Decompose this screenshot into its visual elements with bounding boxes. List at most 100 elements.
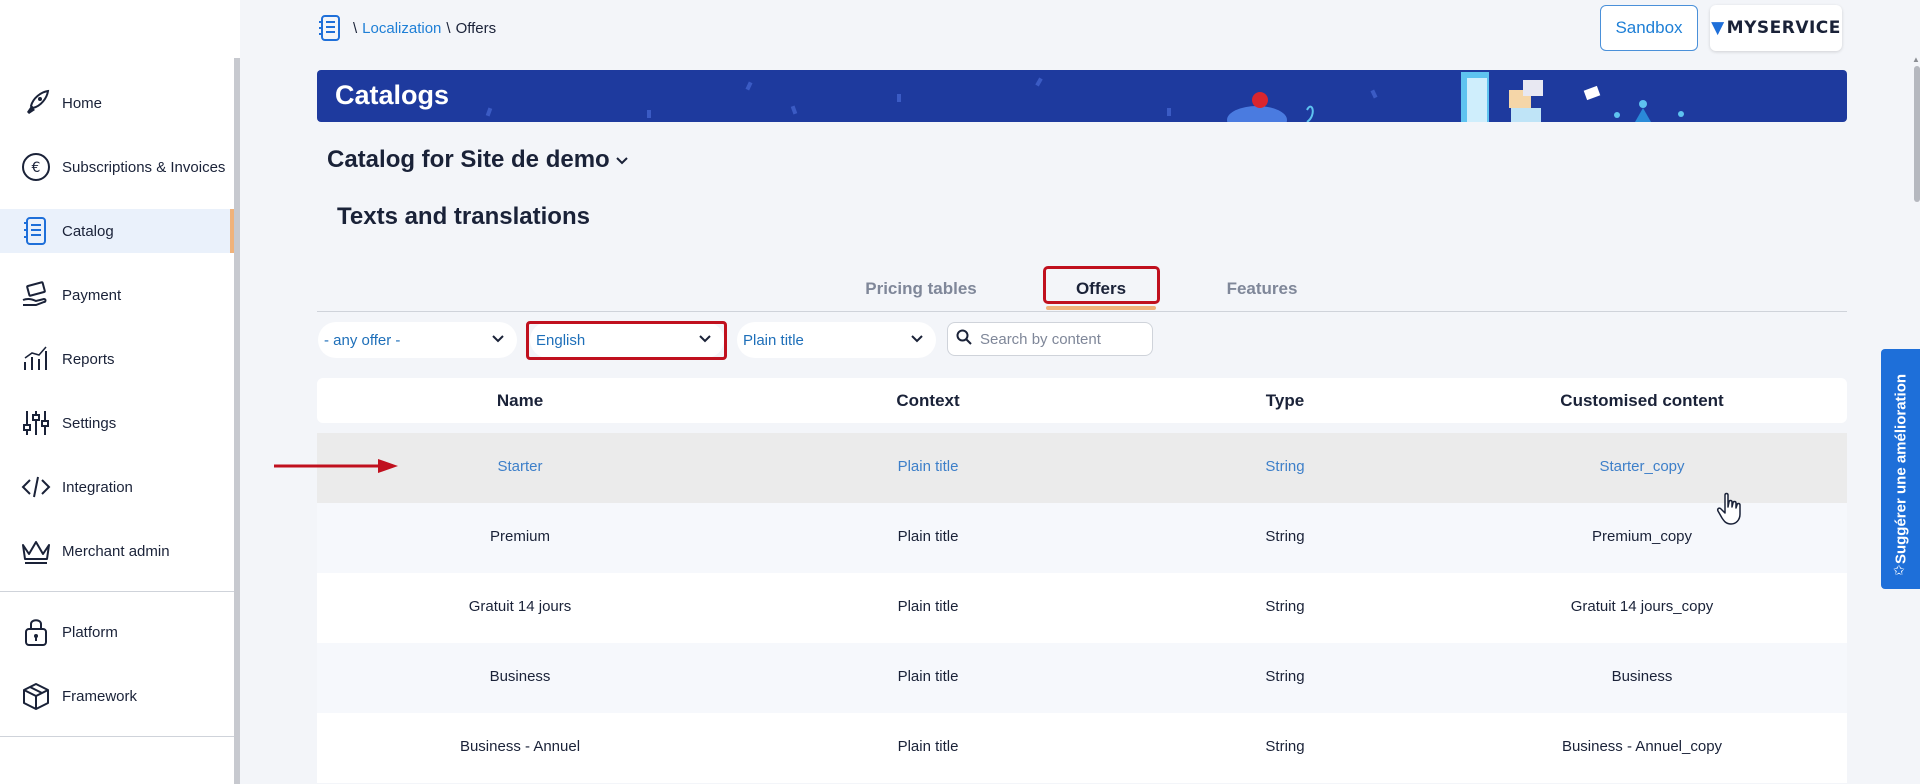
chevron-down-icon: [910, 331, 924, 349]
cell-context: Plain title: [897, 528, 959, 545]
sidebar-item-merchant-admin[interactable]: Merchant admin: [0, 529, 234, 573]
search-input[interactable]: [980, 330, 1140, 348]
highlight-box-offers-tab: [1043, 266, 1160, 304]
table-row[interactable]: Business - Annuel Plain title String Bus…: [317, 713, 1847, 783]
sidebar-item-label: Platform: [62, 623, 118, 641]
tab-pricing-tables[interactable]: Pricing tables: [862, 274, 980, 304]
sidebar-item-label: Settings: [62, 414, 117, 432]
highlight-box-language-select: [526, 321, 727, 360]
cell-name: Business: [489, 668, 551, 685]
feedback-side-tab[interactable]: Suggérer une amélioration ✩: [1881, 349, 1920, 589]
crown-icon: [20, 535, 52, 567]
cell-customised-content: Premium_copy: [1591, 528, 1693, 545]
cell-type: String: [1265, 458, 1305, 475]
sidebar-item-home[interactable]: Home: [0, 81, 234, 125]
cell-context: Plain title: [897, 668, 959, 685]
table-row[interactable]: Business Plain title String Business: [317, 643, 1847, 713]
cell-customised-content: Gratuit 14 jours_copy: [1570, 598, 1714, 615]
breadcrumb-link-localization[interactable]: Localization: [362, 20, 441, 37]
logo-mark-icon: ▼: [1711, 18, 1725, 38]
sidebar-item-label: Framework: [62, 687, 138, 705]
notebook-icon: [20, 215, 52, 247]
code-icon: [20, 471, 52, 503]
cell-name: Business - Annuel: [459, 738, 581, 755]
sandbox-button[interactable]: Sandbox: [1600, 5, 1698, 51]
banner-title: Catalogs: [335, 80, 450, 110]
table-header: Name Context Type Customised content: [317, 378, 1847, 423]
search-icon: [956, 329, 972, 350]
scroll-up-arrow-icon[interactable]: ▲: [1912, 55, 1920, 64]
table-row[interactable]: Premium Plain title String Premium_copy: [317, 503, 1847, 573]
cell-type: String: [1265, 668, 1305, 685]
sparkle-icon: ✩: [1893, 562, 1905, 578]
notebook-icon: [318, 14, 342, 42]
euro-cycle-icon: €: [20, 151, 52, 183]
cell-name: Premium: [489, 528, 551, 545]
context-filter-select[interactable]: Plain title: [737, 322, 936, 358]
cell-name: Starter: [497, 458, 543, 475]
sidebar-item-label: Reports: [62, 350, 115, 368]
sidebar-item-integration[interactable]: Integration: [0, 465, 234, 509]
sidebar-divider: [0, 591, 234, 592]
catalog-name: Catalog for Site de demo: [327, 146, 610, 173]
cell-customised-content: Business - Annuel_copy: [1561, 738, 1723, 755]
offer-filter-select[interactable]: - any offer -: [318, 322, 517, 358]
breadcrumb-current: Offers: [455, 19, 497, 37]
context-filter-value: Plain title: [743, 331, 804, 349]
sidebar-item-subscriptions[interactable]: € Subscriptions & Invoices: [0, 145, 234, 189]
sidebar-item-label: Catalog: [62, 222, 114, 240]
box-icon: [20, 680, 52, 712]
offer-filter-value: - any offer -: [324, 331, 401, 349]
sidebar-item-label: Integration: [62, 478, 133, 496]
column-header-customised-content[interactable]: Customised content: [1560, 391, 1723, 411]
sidebar-item-platform[interactable]: Platform: [0, 610, 234, 654]
svg-text:€: €: [32, 160, 41, 176]
sidebar-item-label: Payment: [62, 286, 122, 304]
search-box[interactable]: [947, 322, 1153, 356]
sliders-icon: [20, 407, 52, 439]
page-banner: Catalogs: [317, 70, 1847, 122]
table-row[interactable]: Starter Plain title String Starter_copy: [317, 433, 1847, 503]
sidebar-item-reports[interactable]: Reports: [0, 337, 234, 381]
sidebar-item-label: Home: [62, 94, 103, 112]
sidebar: Home € Subscriptions & Invoices Catalog …: [0, 0, 240, 784]
chevron-down-icon: [491, 331, 505, 349]
sidebar-item-payment[interactable]: Payment: [0, 273, 234, 317]
sidebar-item-settings[interactable]: Settings: [0, 401, 234, 445]
catalog-selector[interactable]: Catalog for Site de demo: [327, 146, 628, 174]
cell-customised-content: Starter_copy: [1599, 458, 1685, 475]
cell-context: Plain title: [897, 458, 959, 475]
hand-cursor-icon: [1717, 492, 1741, 525]
breadcrumb-separator: \: [353, 19, 358, 37]
sidebar-item-catalog[interactable]: Catalog: [0, 209, 234, 253]
tab-features[interactable]: Features: [1222, 274, 1302, 304]
sidebar-item-label: Merchant admin: [62, 542, 170, 560]
breadcrumb: \ Localization \ Offers: [318, 14, 496, 42]
column-header-type[interactable]: Type: [1266, 391, 1304, 411]
cell-context: Plain title: [897, 738, 959, 755]
column-header-name[interactable]: Name: [497, 391, 543, 411]
cell-type: String: [1265, 598, 1305, 615]
myservice-logo[interactable]: ▼ MYSERVICE: [1710, 5, 1842, 51]
chart-icon: [20, 343, 52, 375]
section-title: Texts and translations: [337, 203, 590, 230]
cell-name: Gratuit 14 jours: [468, 598, 572, 615]
annotation-arrow-icon: [274, 459, 398, 473]
cell-customised-content: Business: [1611, 668, 1673, 685]
logo-text: MYSERVICE: [1726, 18, 1841, 38]
cell-type: String: [1265, 738, 1305, 755]
table-row[interactable]: Gratuit 14 jours Plain title String Grat…: [317, 573, 1847, 643]
page-scrollbar[interactable]: [1914, 66, 1920, 202]
sidebar-divider: [0, 736, 234, 737]
rocket-icon: [20, 87, 52, 119]
chevron-down-icon: [615, 152, 628, 168]
banner-illustration: [485, 72, 1684, 122]
tabs-divider: [317, 311, 1847, 312]
column-header-context[interactable]: Context: [896, 391, 959, 411]
feedback-label: Suggérer une amélioration: [1892, 373, 1909, 565]
sidebar-scrollbar[interactable]: [234, 58, 240, 784]
sidebar-item-framework[interactable]: Framework: [0, 674, 234, 718]
breadcrumb-separator: \: [446, 19, 451, 37]
active-tab-indicator: [1046, 306, 1156, 310]
cell-context: Plain title: [897, 598, 959, 615]
